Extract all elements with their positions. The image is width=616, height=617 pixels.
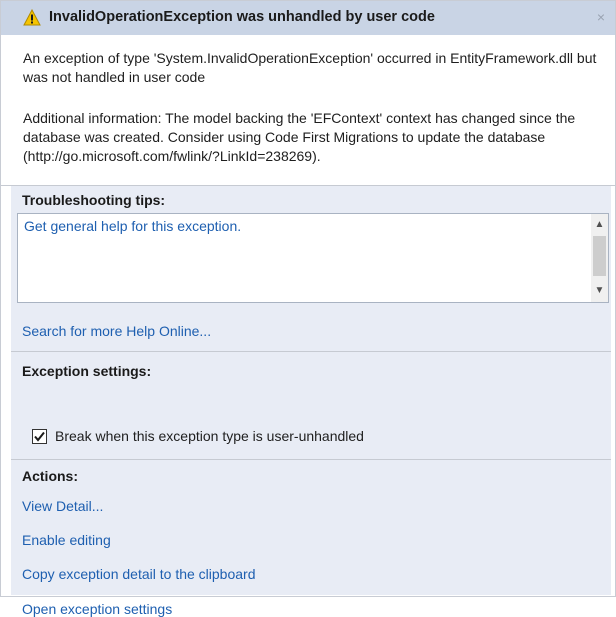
tips-scrollbar[interactable]: ▲ ▼	[591, 214, 608, 302]
copy-exception-detail-link[interactable]: Copy exception detail to the clipboard	[22, 566, 255, 582]
exception-message: An exception of type 'System.InvalidOper…	[23, 50, 597, 85]
divider	[11, 351, 611, 352]
scroll-thumb[interactable]	[593, 236, 606, 276]
break-on-user-unhandled-label[interactable]: Break when this exception type is user-u…	[55, 428, 364, 444]
view-detail-link[interactable]: View Detail...	[22, 498, 103, 514]
troubleshooting-tips-list[interactable]: Get general help for this exception. ▲ ▼	[17, 213, 609, 303]
options-panel: Troubleshooting tips: Get general help f…	[1, 185, 615, 617]
title-bar: InvalidOperationException was unhandled …	[1, 1, 615, 35]
exception-assistant-dialog: InvalidOperationException was unhandled …	[0, 0, 616, 617]
additional-information: Additional information: The model backin…	[23, 110, 576, 164]
dialog-title: InvalidOperationException was unhandled …	[49, 9, 435, 25]
divider	[11, 459, 611, 460]
dialog-body: An exception of type 'System.InvalidOper…	[1, 35, 615, 617]
close-button[interactable]: ×	[593, 7, 609, 27]
scroll-up-arrow-icon[interactable]: ▲	[591, 218, 608, 232]
search-help-online-link[interactable]: Search for more Help Online...	[22, 323, 211, 339]
checkmark-icon	[34, 431, 45, 442]
divider	[1, 185, 615, 186]
scroll-down-arrow-icon[interactable]: ▼	[591, 284, 608, 298]
break-on-user-unhandled-checkbox[interactable]	[32, 429, 47, 444]
tip-link-general-help[interactable]: Get general help for this exception.	[24, 218, 241, 234]
troubleshooting-heading: Troubleshooting tips:	[22, 192, 166, 208]
open-exception-settings-link[interactable]: Open exception settings	[22, 601, 172, 617]
enable-editing-link[interactable]: Enable editing	[22, 532, 111, 548]
actions-heading: Actions:	[22, 468, 78, 484]
warning-triangle-icon	[23, 9, 41, 26]
exception-settings-heading: Exception settings:	[22, 363, 152, 379]
